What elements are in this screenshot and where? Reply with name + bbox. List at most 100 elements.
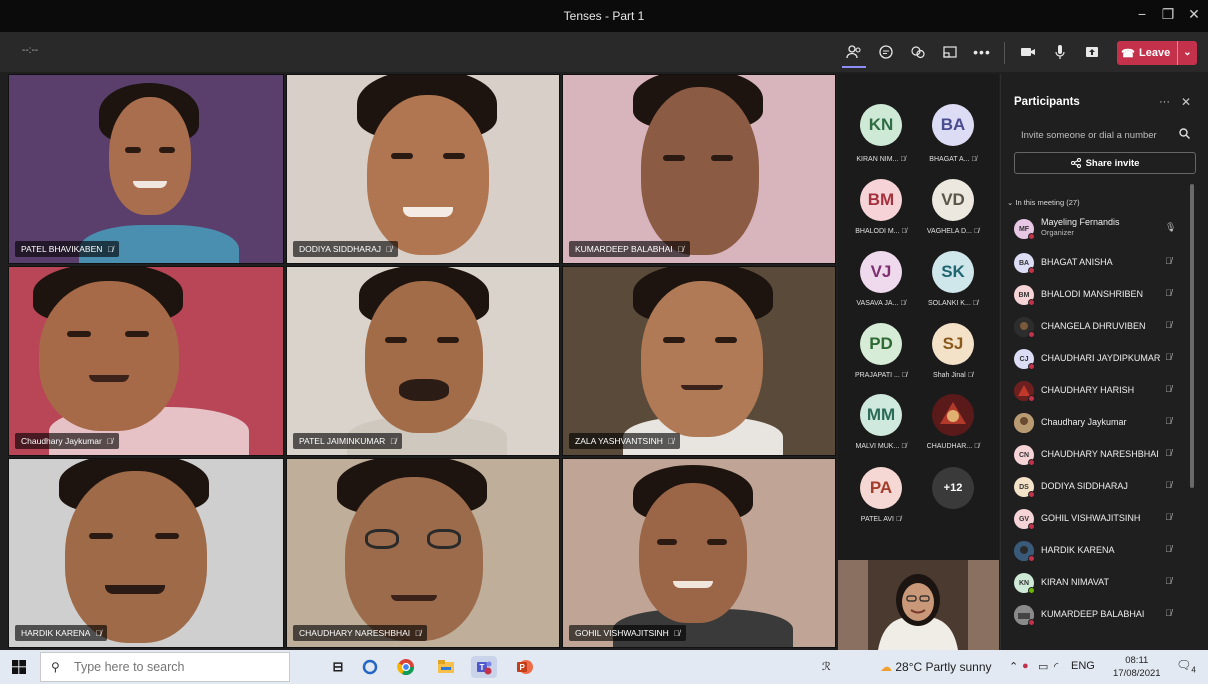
meeting-toolbar: --:-- ••• ☎ Leave ⌄ xyxy=(0,32,1208,72)
status-dot xyxy=(1028,555,1035,562)
wifi-icon[interactable]: ◜ xyxy=(1054,660,1058,673)
avatar-initials: SK xyxy=(941,262,965,281)
video-tile[interactable]: GOHIL VISHWAJITSINH 🎙̸ xyxy=(562,458,836,648)
roster-avatar[interactable]: VD xyxy=(932,179,974,221)
video-tile[interactable]: Chaudhary Jaykumar 🎙̸ xyxy=(8,266,284,456)
video-tile[interactable]: PATEL BHAVIKABEN 🎙̸ xyxy=(8,74,284,264)
share-invite-button[interactable]: Share invite xyxy=(1014,152,1196,174)
powerpoint-icon[interactable]: P xyxy=(512,656,538,678)
chevron-down-icon[interactable]: ⌄ xyxy=(1177,41,1197,65)
roster-avatar[interactable]: PA xyxy=(860,467,902,509)
tile-name-tag: KUMARDEEP BALABHAI 🎙̸ xyxy=(569,241,690,257)
participant-row[interactable]: MF Mayeling Fernandis Organizer 🎙 xyxy=(1014,214,1189,244)
chat-button[interactable] xyxy=(870,32,902,72)
search-icon[interactable] xyxy=(1179,128,1190,142)
participant-name: CHAUDHARY HARISH xyxy=(1041,385,1135,395)
video-tile[interactable]: ZALA YASHVANTSINH 🎙̸ xyxy=(562,266,836,456)
roster-name: BHALODI M... 🎙̸ xyxy=(855,228,907,235)
participant-row[interactable]: Chaudhary Jaykumar 🎙̸ xyxy=(1014,408,1189,438)
roster-avatar[interactable]: VJ xyxy=(860,251,902,293)
panel-close-icon[interactable]: ✕ xyxy=(1181,95,1191,109)
clock-time: 08:11 xyxy=(1125,655,1149,666)
roster-avatar[interactable]: BM xyxy=(860,179,902,221)
panel-more-icon[interactable]: ··· xyxy=(1159,96,1170,108)
mic-muted-icon: 🎙̸ xyxy=(386,245,393,254)
tile-name-tag: Chaudhary Jaykumar 🎙̸ xyxy=(15,433,119,449)
participant-row[interactable]: BM BHALODI MANSHRIBEN 🎙̸ xyxy=(1014,280,1189,310)
weather-widget[interactable]: ☁ 28°C Partly sunny xyxy=(880,660,992,674)
roster-avatar[interactable]: MM xyxy=(860,394,902,436)
tile-name-tag: GOHIL VISHWAJITSINH 🎙̸ xyxy=(569,625,686,641)
participant-name: Chaudhary Jaykumar xyxy=(1041,417,1127,427)
breakout-rooms-button[interactable] xyxy=(934,32,966,72)
leave-button[interactable]: ☎ Leave ⌄ xyxy=(1117,41,1197,65)
people-bar-icon[interactable]: ℛ xyxy=(822,660,831,673)
roster-avatar[interactable]: SK xyxy=(932,251,974,293)
participant-row[interactable]: CHAUDHARY HARISH 🎙̸ xyxy=(1014,376,1189,406)
participant-row[interactable]: DS DODIYA SIDDHARAJ 🎙̸ xyxy=(1014,472,1189,502)
microphone-button[interactable] xyxy=(1044,32,1076,72)
avatar-initials: BA xyxy=(940,115,966,134)
taskbar-search[interactable]: ⚲ xyxy=(40,652,290,682)
participant-row[interactable]: GV GOHIL VISHWAJITSINH 🎙̸ xyxy=(1014,504,1189,534)
tile-name-tag: CHAUDHARY NARESHBHAI 🎙̸ xyxy=(293,625,428,641)
status-dot xyxy=(1028,491,1035,498)
participant-name: ZALA YASHVANTSINH xyxy=(575,436,663,446)
in-meeting-header[interactable]: ⌄ In this meeting (27) xyxy=(1007,198,1080,207)
chevron-up-icon[interactable]: ⌃ xyxy=(1009,660,1018,673)
mic-muted-icon: 🎙̸ xyxy=(1165,320,1172,330)
reactions-button[interactable] xyxy=(902,32,934,72)
more-participants-button[interactable]: +12 xyxy=(932,467,974,509)
roster-name: PRAJAPATI ... 🎙̸ xyxy=(854,372,908,379)
participants-button[interactable] xyxy=(838,32,870,72)
video-tile[interactable]: PATEL JAIMINKUMAR 🎙̸ xyxy=(286,266,560,456)
language-indicator[interactable]: ENG xyxy=(1071,660,1095,672)
status-dot xyxy=(1028,331,1035,338)
more-actions-button[interactable]: ••• xyxy=(966,32,998,72)
camera-button[interactable] xyxy=(1012,32,1044,72)
participant-row[interactable]: BA BHAGAT ANISHA 🎙̸ xyxy=(1014,248,1189,278)
video-tile[interactable]: DODIYA SIDDHARAJ 🎙̸ xyxy=(286,74,560,264)
file-explorer-icon[interactable] xyxy=(433,656,459,678)
roster-avatar-photo[interactable] xyxy=(932,394,974,436)
participant-roster: KN KIRAN NIM... 🎙̸ BA BHAGAT A... 🎙̸ BM … xyxy=(838,74,999,560)
roster-avatar[interactable]: PD xyxy=(860,323,902,365)
minimize-button[interactable]: − xyxy=(1130,6,1154,22)
notification-center-icon[interactable]: 🗨4 xyxy=(1176,658,1196,676)
battery-icon[interactable]: ▭ xyxy=(1038,660,1048,673)
video-tile[interactable]: HARDIK KARENA 🎙̸ xyxy=(8,458,284,648)
teams-icon[interactable]: T xyxy=(471,656,497,678)
share-link-icon xyxy=(1070,158,1081,168)
share-icon xyxy=(1086,47,1098,57)
status-dot xyxy=(1028,523,1035,530)
system-clock[interactable]: 08:11 17/08/2021 xyxy=(1113,654,1161,680)
windows-start-button[interactable] xyxy=(12,660,26,677)
participant-name: HARDIK KARENA xyxy=(1041,545,1115,555)
teams-tray-icon[interactable]: ● xyxy=(1022,660,1029,672)
self-view-video[interactable] xyxy=(838,560,999,650)
roster-avatar[interactable]: BA xyxy=(932,104,974,146)
restore-button[interactable]: ❐ xyxy=(1156,6,1180,23)
panel-scrollbar[interactable] xyxy=(1190,184,1194,488)
roster-avatar[interactable]: KN xyxy=(860,104,902,146)
share-content-button[interactable] xyxy=(1076,32,1108,72)
roster-avatar[interactable]: SJ xyxy=(932,323,974,365)
toolbar-divider xyxy=(1004,42,1005,64)
close-window-button[interactable]: ✕ xyxy=(1182,6,1206,23)
participant-row[interactable]: CHANGELA DHRUVIBEN 🎙̸ xyxy=(1014,312,1189,342)
participant-row[interactable]: HARDIK KARENA 🎙̸ xyxy=(1014,536,1189,566)
taskbar-search-input[interactable] xyxy=(74,660,274,674)
invite-input[interactable]: Invite someone or dial a number xyxy=(1021,130,1157,141)
participant-row[interactable]: KN KIRAN NIMAVAT 🎙̸ xyxy=(1014,568,1189,598)
participant-row[interactable]: CJ CHAUDHARI JAYDIPKUMAR 🎙̸ xyxy=(1014,344,1189,374)
participant-row[interactable]: KUMARDEEP BALABHAI 🎙̸ xyxy=(1014,600,1189,630)
task-view-icon[interactable]: ⊟ xyxy=(325,656,351,678)
mic-muted-icon: 🎙̸ xyxy=(1165,256,1172,266)
mic-muted-icon: 🎙̸ xyxy=(1165,480,1172,490)
video-tile[interactable]: CHAUDHARY NARESHBHAI 🎙̸ xyxy=(286,458,560,648)
participant-video xyxy=(367,95,489,255)
participant-row[interactable]: CN CHAUDHARY NARESHBHAI 🎙̸ xyxy=(1014,440,1189,470)
cortana-icon[interactable] xyxy=(357,656,383,678)
video-tile[interactable]: KUMARDEEP BALABHAI 🎙̸ xyxy=(562,74,836,264)
chrome-icon[interactable] xyxy=(393,656,419,678)
